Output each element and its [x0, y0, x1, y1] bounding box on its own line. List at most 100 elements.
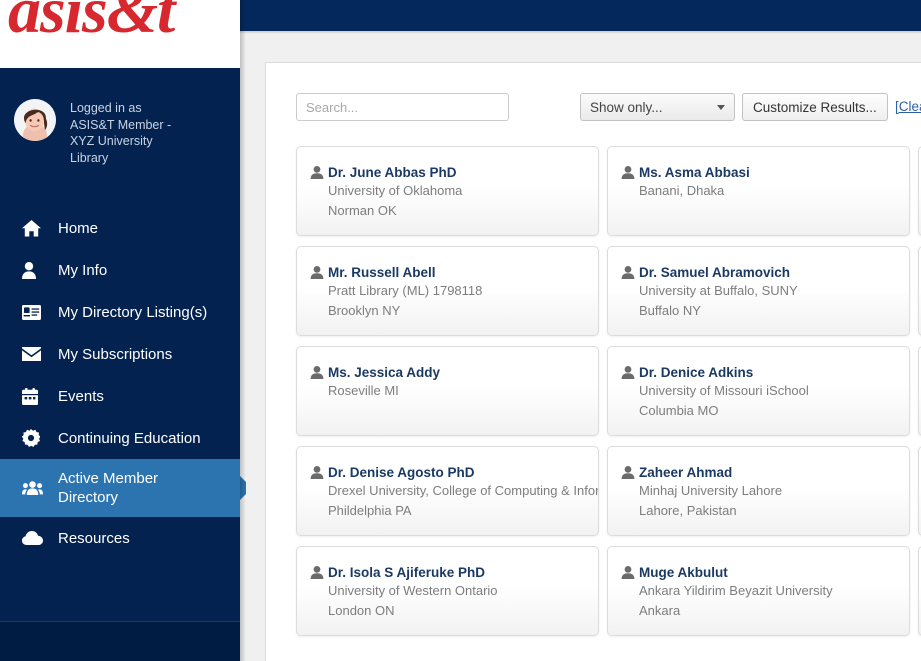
certificate-icon [22, 428, 48, 448]
sidebar-item-resources[interactable]: Resources [0, 517, 240, 559]
member-name: Dr. June Abbas PhD [328, 165, 457, 180]
logged-in-user-panel: Logged in as ASIS&T Member - XYZ Univers… [0, 68, 240, 207]
member-card-name-row: Dr. Isola S Ajiferuke PhD [310, 564, 588, 581]
member-name: Dr. Isola S Ajiferuke PhD [328, 565, 486, 580]
person-icon [621, 466, 635, 479]
sidebar-item-events[interactable]: Events [0, 375, 240, 417]
member-card[interactable]: Dr. Denice Adkins University of Missouri … [607, 346, 910, 436]
member-organization: Minhaj University Lahore [639, 483, 783, 498]
sidebar-item-home[interactable]: Home [0, 207, 240, 249]
directory-panel: Show only... Customize Results... [Clear… [265, 62, 921, 661]
avatar [14, 99, 56, 141]
sidebar-item-label: Home [58, 219, 99, 237]
member-name: Zaheer Ahmad [639, 465, 733, 480]
person-icon [621, 366, 635, 379]
member-card[interactable]: Dr. Samuel Abramovich University at Buffa… [607, 246, 910, 336]
sidebar-item-continuing-education[interactable]: Continuing Education [0, 417, 240, 459]
member-name: Ms. Jessica Addy [328, 365, 441, 380]
member-card[interactable]: Mr. Russell Abell Pratt Library (ML) 1798… [296, 246, 599, 336]
person-icon [310, 166, 324, 179]
member-card[interactable]: Muge Akbulut Ankara Yildirim Beyazit Univ… [607, 546, 910, 636]
member-card-name-row: Muge Akbulut [621, 564, 899, 581]
member-organization: Banani, Dhaka [639, 183, 725, 198]
home-icon [22, 218, 48, 238]
member-organization: University of Missouri iSchool [639, 383, 809, 398]
sidebar-nav: Home My Info My Directory Listing(s) My Sub… [0, 207, 252, 559]
id-card-icon [22, 302, 48, 322]
member-card[interactable]: Dr. Denise Agosto PhD Drexel University, … [296, 446, 599, 536]
show-only-label: Show only... [590, 99, 663, 115]
sidebar-item-my-info[interactable]: My Info [0, 249, 240, 291]
member-column-1: Dr. June Abbas PhD University of Oklahoma… [296, 146, 599, 646]
content-area: Show only... Customize Results... [Clear… [246, 34, 921, 661]
sidebar-item-label: Resources [58, 529, 130, 547]
member-location: Columbia MO [639, 403, 719, 418]
member-card-name-row: Ms. Asma Abbasi [621, 164, 899, 181]
sidebar-shadow [240, 0, 246, 661]
person-icon [310, 466, 324, 479]
top-header-band [240, 0, 921, 31]
sidebar-item-label: My Directory Listing(s) [58, 303, 208, 321]
search-input[interactable] [296, 93, 509, 121]
directory-toolbar: Show only... Customize Results... [Clear… [296, 93, 921, 127]
person-icon [621, 266, 635, 279]
member-name: Dr. Denice Adkins [639, 365, 754, 380]
cloud-icon [22, 528, 48, 548]
member-name: Dr. Denise Agosto PhD [328, 465, 475, 480]
member-organization: Ankara Yildirim Beyazit University [639, 583, 833, 598]
member-location: Buffalo NY [639, 303, 701, 318]
sidebar-footer [0, 622, 240, 661]
sidebar-item-label: My Subscriptions [58, 345, 173, 363]
user-line-2: ASIS&T Member - [70, 117, 172, 132]
show-only-select[interactable]: Show only... [580, 93, 735, 121]
member-card-name-row: Mr. Russell Abell [310, 264, 588, 281]
clear-filters-link[interactable]: [Clear] [895, 99, 921, 114]
user-line-3: XYZ University [70, 134, 153, 148]
sidebar-item-my-subscriptions[interactable]: My Subscriptions [0, 333, 240, 375]
member-location: Lahore, Pakistan [639, 503, 737, 518]
brand-logo[interactable]: asis&t [0, 0, 240, 68]
person-icon [310, 366, 324, 379]
chevron-down-icon [717, 105, 725, 110]
member-location: Phildelphia PA [328, 503, 412, 518]
member-location: Ankara [639, 603, 681, 618]
member-card[interactable]: Dr. Isola S Ajiferuke PhD University of W… [296, 546, 599, 636]
member-column-2: Ms. Asma Abbasi Banani, Dhaka Dr. Samuel A… [607, 146, 910, 646]
member-card-name-row: Dr. Samuel Abramovich [621, 264, 899, 281]
member-organization: University of Oklahoma [328, 183, 463, 198]
sidebar: asis&t Logged in as ASIS&T Member - XYZ … [0, 0, 252, 661]
person-icon [310, 566, 324, 579]
person-icon [621, 566, 635, 579]
sidebar-item-my-directory-listing-s[interactable]: My Directory Listing(s) [0, 291, 240, 333]
member-card-name-row: Dr. Denice Adkins [621, 364, 899, 381]
member-card-name-row: Ms. Jessica Addy [310, 364, 588, 381]
sidebar-item-label: Events [58, 387, 104, 405]
sidebar-item-label: My Info [58, 261, 108, 279]
member-card[interactable]: Zaheer Ahmad Minhaj University Lahore Laho… [607, 446, 910, 536]
member-organization: Roseville MI [328, 383, 399, 398]
sidebar-item-active-member-directory[interactable]: Active Member Directory [0, 459, 252, 517]
person-icon [310, 266, 324, 279]
member-organization: Drexel University, College of Computing … [328, 483, 599, 498]
member-card[interactable]: Ms. Jessica Addy Roseville MI [296, 346, 599, 436]
member-card-name-row: Zaheer Ahmad [621, 464, 899, 481]
customize-results-button[interactable]: Customize Results... [742, 93, 888, 121]
envelope-icon [22, 344, 48, 364]
member-card[interactable]: Ms. Asma Abbasi Banani, Dhaka [607, 146, 910, 236]
member-name: Ms. Asma Abbasi [639, 165, 750, 180]
member-card-name-row: Dr. June Abbas PhD [310, 164, 588, 181]
brand-logo-text: asis&t [8, 0, 175, 47]
member-name: Mr. Russell Abell [328, 265, 436, 280]
sidebar-item-label: Active Member Directory [58, 470, 159, 506]
sidebar-item-label: Continuing Education [58, 429, 201, 447]
user-line-4: Library [70, 150, 109, 165]
users-icon [22, 478, 48, 498]
member-location: London ON [328, 603, 395, 618]
member-organization: University of Western Ontario [328, 583, 498, 598]
user-line-1: Logged in as [70, 101, 142, 115]
member-location: Brooklyn NY [328, 303, 401, 318]
member-card[interactable]: Dr. June Abbas PhD University of Oklahoma… [296, 146, 599, 236]
user-info-text: Logged in as ASIS&T Member - XYZ Univers… [70, 98, 171, 166]
calendar-icon [22, 386, 48, 406]
person-icon [621, 166, 635, 179]
